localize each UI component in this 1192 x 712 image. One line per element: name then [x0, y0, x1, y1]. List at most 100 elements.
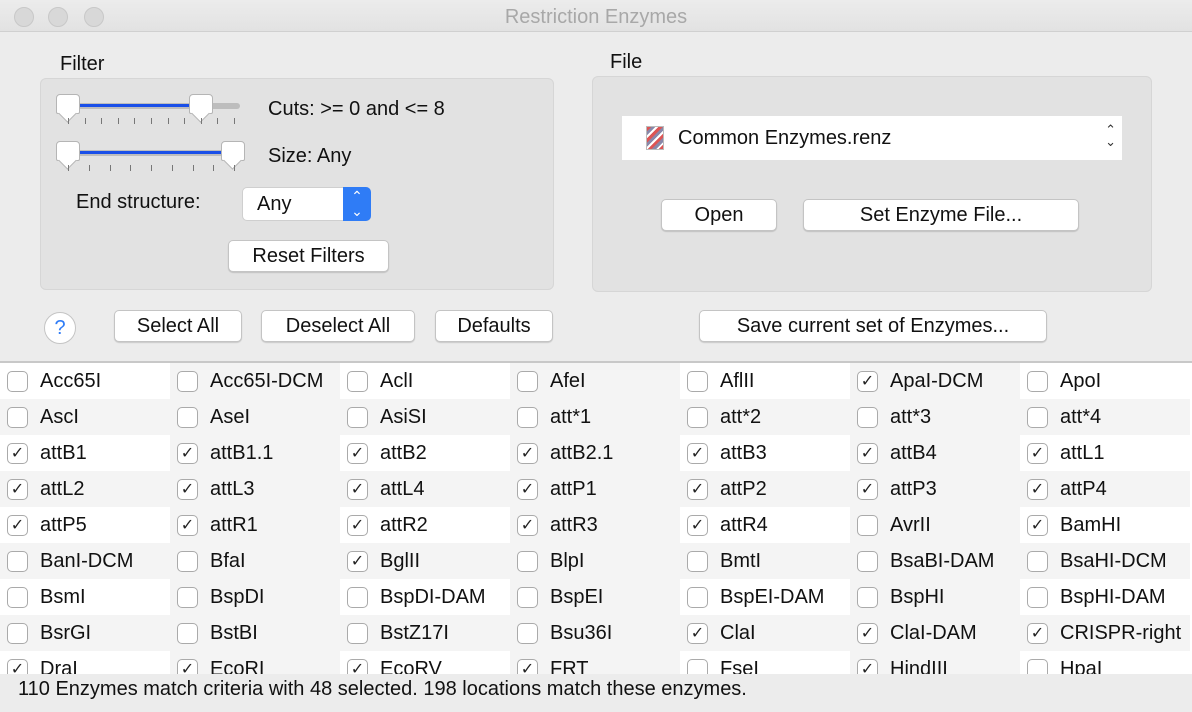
select-all-button[interactable]: Select All	[114, 310, 242, 342]
checkbox[interactable]	[7, 371, 28, 392]
deselect-all-button[interactable]: Deselect All	[261, 310, 415, 342]
cuts-slider[interactable]	[56, 80, 246, 124]
checkbox[interactable]: ✓	[177, 659, 198, 674]
checkbox[interactable]	[1027, 371, 1048, 392]
checkbox[interactable]: ✓	[7, 443, 28, 464]
enzyme-checkbox-item[interactable]: ✓ CRISPR-right	[1020, 615, 1190, 651]
checkbox[interactable]	[517, 407, 538, 428]
checkbox[interactable]	[177, 371, 198, 392]
enzyme-checkbox-item[interactable]: ✓ FRT	[510, 651, 680, 674]
checkbox[interactable]: ✓	[517, 443, 538, 464]
cuts-min-thumb[interactable]	[56, 94, 80, 114]
enzyme-checkbox-item[interactable]: att*3	[850, 399, 1020, 435]
checkbox[interactable]	[177, 551, 198, 572]
enzyme-checkbox-item[interactable]: AvrII	[850, 507, 1020, 543]
checkbox[interactable]	[1027, 551, 1048, 572]
enzyme-checkbox-item[interactable]: AseI	[170, 399, 340, 435]
checkbox[interactable]: ✓	[1027, 623, 1048, 644]
checkbox[interactable]	[1027, 407, 1048, 428]
checkbox[interactable]	[347, 623, 368, 644]
enzyme-checkbox-item[interactable]: ✓ ClaI	[680, 615, 850, 651]
checkbox[interactable]	[177, 587, 198, 608]
enzyme-checkbox-item[interactable]: ✓ attP3	[850, 471, 1020, 507]
checkbox[interactable]: ✓	[347, 551, 368, 572]
checkbox[interactable]	[347, 587, 368, 608]
enzyme-checkbox-item[interactable]: ✓ ClaI-DAM	[850, 615, 1020, 651]
checkbox[interactable]: ✓	[687, 443, 708, 464]
enzyme-checkbox-item[interactable]: Bsu36I	[510, 615, 680, 651]
enzyme-checkbox-item[interactable]: BlpI	[510, 543, 680, 579]
size-max-thumb[interactable]	[221, 141, 245, 161]
help-button[interactable]: ?	[44, 312, 76, 344]
checkbox[interactable]: ✓	[177, 479, 198, 500]
enzyme-checkbox-item[interactable]: ✓ attP2	[680, 471, 850, 507]
enzyme-checkbox-item[interactable]: ✓ EcoRI	[170, 651, 340, 674]
checkbox[interactable]: ✓	[857, 659, 878, 674]
checkbox[interactable]	[517, 371, 538, 392]
checkbox[interactable]	[857, 407, 878, 428]
enzyme-checkbox-item[interactable]: AclI	[340, 363, 510, 399]
defaults-button[interactable]: Defaults	[435, 310, 553, 342]
enzyme-checkbox-item[interactable]: ✓ BglII	[340, 543, 510, 579]
enzyme-checkbox-item[interactable]: ✓ BamHI	[1020, 507, 1190, 543]
checkbox[interactable]: ✓	[517, 479, 538, 500]
enzyme-checkbox-item[interactable]: BmtI	[680, 543, 850, 579]
enzyme-checkbox-item[interactable]: ✓ attP5	[0, 507, 170, 543]
checkbox[interactable]	[857, 551, 878, 572]
enzyme-checkbox-item[interactable]: ✓ attR3	[510, 507, 680, 543]
checkbox[interactable]	[517, 587, 538, 608]
checkbox[interactable]	[1027, 587, 1048, 608]
save-enzyme-set-button[interactable]: Save current set of Enzymes...	[699, 310, 1047, 342]
checkbox[interactable]	[517, 623, 538, 644]
enzyme-checkbox-item[interactable]: BspEI	[510, 579, 680, 615]
enzyme-checkbox-item[interactable]: BspHI-DAM	[1020, 579, 1190, 615]
checkbox[interactable]: ✓	[347, 659, 368, 674]
enzyme-checkbox-item[interactable]: ✓ attL3	[170, 471, 340, 507]
checkbox[interactable]: ✓	[7, 479, 28, 500]
checkbox[interactable]	[687, 659, 708, 674]
enzyme-checkbox-item[interactable]: ✓ attR4	[680, 507, 850, 543]
enzyme-checkbox-item[interactable]: ✓ attR1	[170, 507, 340, 543]
enzyme-checkbox-item[interactable]: BspDI	[170, 579, 340, 615]
enzyme-checkbox-item[interactable]: ✓ HindIII	[850, 651, 1020, 674]
checkbox[interactable]	[857, 587, 878, 608]
checkbox[interactable]: ✓	[517, 659, 538, 674]
enzyme-checkbox-item[interactable]: ✓ attL1	[1020, 435, 1190, 471]
enzyme-checkbox-item[interactable]: Acc65I-DCM	[170, 363, 340, 399]
enzyme-checkbox-item[interactable]: BsaBI-DAM	[850, 543, 1020, 579]
checkbox[interactable]	[347, 407, 368, 428]
enzyme-checkbox-item[interactable]: ✓ attP1	[510, 471, 680, 507]
enzyme-checkbox-item[interactable]: ✓ attB2	[340, 435, 510, 471]
enzyme-checkbox-item[interactable]: ✓ attL4	[340, 471, 510, 507]
enzyme-file-select[interactable]: Common Enzymes.renz ⌃ ⌄	[622, 116, 1122, 160]
checkbox[interactable]: ✓	[687, 623, 708, 644]
end-structure-select[interactable]: Any ⌃ ⌄	[242, 187, 371, 221]
enzyme-checkbox-item[interactable]: BspHI	[850, 579, 1020, 615]
checkbox[interactable]: ✓	[177, 443, 198, 464]
checkbox[interactable]: ✓	[687, 515, 708, 536]
checkbox[interactable]: ✓	[1027, 515, 1048, 536]
checkbox[interactable]	[347, 371, 368, 392]
checkbox[interactable]: ✓	[7, 659, 28, 674]
checkbox[interactable]	[857, 515, 878, 536]
enzyme-checkbox-item[interactable]: BfaI	[170, 543, 340, 579]
enzyme-checkbox-item[interactable]: ApoI	[1020, 363, 1190, 399]
checkbox[interactable]	[7, 587, 28, 608]
enzyme-checkbox-item[interactable]: ✓ attP4	[1020, 471, 1190, 507]
checkbox[interactable]	[517, 551, 538, 572]
reset-filters-button[interactable]: Reset Filters	[228, 240, 389, 272]
enzyme-checkbox-item[interactable]: AflII	[680, 363, 850, 399]
enzyme-checkbox-item[interactable]: BsrGI	[0, 615, 170, 651]
set-enzyme-file-button[interactable]: Set Enzyme File...	[803, 199, 1079, 231]
open-button[interactable]: Open	[661, 199, 777, 231]
checkbox[interactable]: ✓	[857, 479, 878, 500]
checkbox[interactable]	[1027, 659, 1048, 674]
enzyme-checkbox-item[interactable]: att*2	[680, 399, 850, 435]
enzyme-checkbox-item[interactable]: att*4	[1020, 399, 1190, 435]
checkbox[interactable]	[687, 371, 708, 392]
checkbox[interactable]: ✓	[347, 443, 368, 464]
checkbox[interactable]: ✓	[1027, 479, 1048, 500]
enzyme-checkbox-item[interactable]: BspDI-DAM	[340, 579, 510, 615]
checkbox[interactable]	[7, 551, 28, 572]
size-min-thumb[interactable]	[56, 141, 80, 161]
